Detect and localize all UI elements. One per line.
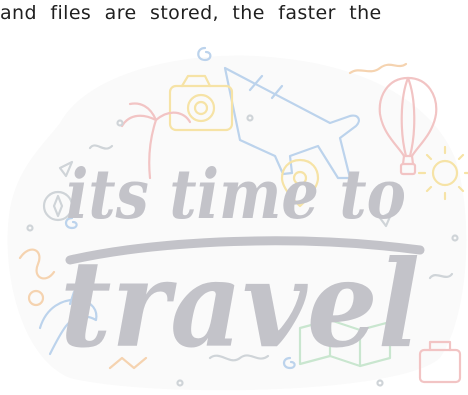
lettering-line-1: its time to [66, 155, 406, 235]
body-text-line: and files are stored, the faster the [0, 2, 382, 24]
travel-illustration: its time to travel [7, 46, 468, 391]
